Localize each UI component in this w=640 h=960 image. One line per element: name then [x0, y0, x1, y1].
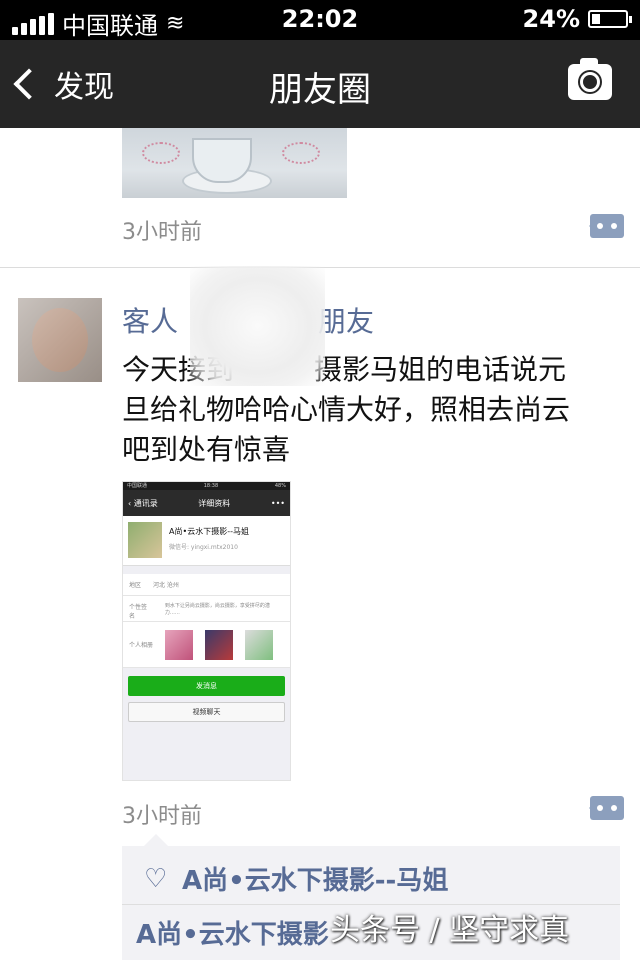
moments-feed[interactable]: 3小时前 客人 朋友 今天接到 摄影马姐的电话说元旦给礼物哈哈心情大好，照相去尚云吧… — [0, 128, 640, 960]
nav-bar: 发现 朋友圈 — [0, 40, 640, 128]
avatar[interactable] — [18, 298, 102, 382]
battery-icon — [588, 10, 632, 28]
redaction-blur — [190, 266, 325, 386]
watermark: 头条号 / 坚守求真 — [330, 913, 570, 948]
comment-line[interactable]: A尚•云水下摄影 — [136, 914, 329, 951]
comment-icon[interactable] — [589, 214, 624, 238]
heart-icon: ♡ — [144, 864, 168, 894]
camera-icon[interactable] — [568, 58, 612, 100]
like-name[interactable]: A尚•云水下摄影--马姐 — [182, 860, 448, 897]
post-time: 3小时前 — [122, 804, 202, 829]
status-bar: 中国联通 ≋ 22:02 24% — [0, 0, 640, 40]
previous-post-photo[interactable] — [122, 128, 347, 198]
post-image-screenshot[interactable]: 中国联通 18:38 48% ‹ 通讯录 详细资料 ••• A尚•云水下摄影--马姐… — [122, 481, 291, 781]
previous-post-time: 3小时前 — [122, 220, 202, 245]
battery-percent: 24% — [522, 5, 580, 33]
comment-icon[interactable] — [589, 796, 624, 820]
page-title: 朋友圈 — [269, 70, 371, 110]
